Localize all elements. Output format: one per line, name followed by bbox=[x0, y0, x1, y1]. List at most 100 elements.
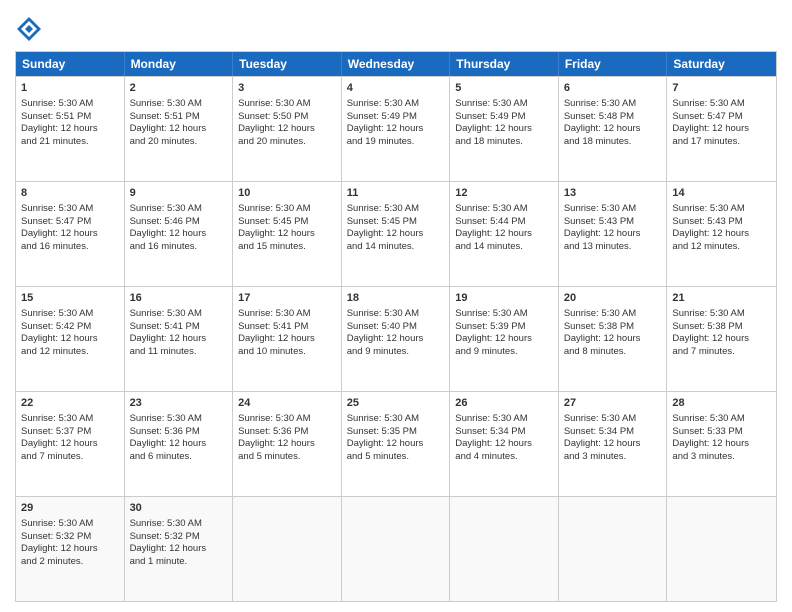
day-info-line: and 3 minutes. bbox=[564, 451, 626, 462]
cal-day-9: 9Sunrise: 5:30 AMSunset: 5:46 PMDaylight… bbox=[125, 182, 234, 286]
cal-day-17: 17Sunrise: 5:30 AMSunset: 5:41 PMDayligh… bbox=[233, 287, 342, 391]
header-cell-thursday: Thursday bbox=[450, 52, 559, 76]
day-number: 28 bbox=[672, 396, 771, 411]
day-info-line: Daylight: 12 hours bbox=[21, 333, 98, 344]
day-info-line: and 18 minutes. bbox=[455, 136, 523, 147]
day-info-line: Daylight: 12 hours bbox=[455, 333, 532, 344]
calendar-body: 1Sunrise: 5:30 AMSunset: 5:51 PMDaylight… bbox=[16, 76, 776, 601]
cal-day-1: 1Sunrise: 5:30 AMSunset: 5:51 PMDaylight… bbox=[16, 77, 125, 181]
cal-day-20: 20Sunrise: 5:30 AMSunset: 5:38 PMDayligh… bbox=[559, 287, 668, 391]
day-info-line: Daylight: 12 hours bbox=[238, 228, 315, 239]
day-number: 25 bbox=[347, 396, 445, 411]
day-info-line: Daylight: 12 hours bbox=[347, 123, 424, 134]
cal-day-29: 29Sunrise: 5:30 AMSunset: 5:32 PMDayligh… bbox=[16, 497, 125, 601]
cal-day-5: 5Sunrise: 5:30 AMSunset: 5:49 PMDaylight… bbox=[450, 77, 559, 181]
header-cell-friday: Friday bbox=[559, 52, 668, 76]
cal-day-12: 12Sunrise: 5:30 AMSunset: 5:44 PMDayligh… bbox=[450, 182, 559, 286]
day-number: 13 bbox=[564, 186, 662, 201]
cal-day-25: 25Sunrise: 5:30 AMSunset: 5:35 PMDayligh… bbox=[342, 392, 451, 496]
day-info-line: Daylight: 12 hours bbox=[130, 333, 207, 344]
day-info-line: Sunset: 5:39 PM bbox=[455, 321, 525, 332]
day-info-line: Daylight: 12 hours bbox=[130, 123, 207, 134]
day-info-line: Sunrise: 5:30 AM bbox=[564, 413, 636, 424]
day-info-line: Sunrise: 5:30 AM bbox=[130, 413, 202, 424]
day-info-line: and 16 minutes. bbox=[21, 241, 89, 252]
day-info-line: Daylight: 12 hours bbox=[564, 438, 641, 449]
day-info-line: Sunrise: 5:30 AM bbox=[672, 308, 744, 319]
cal-day-24: 24Sunrise: 5:30 AMSunset: 5:36 PMDayligh… bbox=[233, 392, 342, 496]
header-cell-monday: Monday bbox=[125, 52, 234, 76]
day-info-line: Sunset: 5:35 PM bbox=[347, 426, 417, 437]
cal-day-26: 26Sunrise: 5:30 AMSunset: 5:34 PMDayligh… bbox=[450, 392, 559, 496]
header-cell-tuesday: Tuesday bbox=[233, 52, 342, 76]
day-info-line: and 7 minutes. bbox=[672, 346, 734, 357]
day-info-line: Sunrise: 5:30 AM bbox=[238, 203, 310, 214]
day-info-line: Daylight: 12 hours bbox=[238, 123, 315, 134]
day-info-line: Sunset: 5:49 PM bbox=[455, 111, 525, 122]
day-info-line: Sunrise: 5:30 AM bbox=[564, 308, 636, 319]
day-info-line: and 21 minutes. bbox=[21, 136, 89, 147]
page: SundayMondayTuesdayWednesdayThursdayFrid… bbox=[0, 0, 792, 612]
day-info-line: Sunrise: 5:30 AM bbox=[238, 98, 310, 109]
day-info-line: and 5 minutes. bbox=[238, 451, 300, 462]
day-info-line: Daylight: 12 hours bbox=[238, 333, 315, 344]
day-info-line: Sunrise: 5:30 AM bbox=[564, 203, 636, 214]
day-info-line: and 17 minutes. bbox=[672, 136, 740, 147]
day-info-line: and 14 minutes. bbox=[455, 241, 523, 252]
day-number: 9 bbox=[130, 186, 228, 201]
day-info-line: Sunset: 5:34 PM bbox=[455, 426, 525, 437]
day-info-line: Sunset: 5:33 PM bbox=[672, 426, 742, 437]
day-info-line: and 3 minutes. bbox=[672, 451, 734, 462]
cal-empty-4-2 bbox=[233, 497, 342, 601]
day-number: 18 bbox=[347, 291, 445, 306]
day-number: 19 bbox=[455, 291, 553, 306]
day-number: 4 bbox=[347, 81, 445, 96]
day-number: 24 bbox=[238, 396, 336, 411]
day-info-line: Daylight: 12 hours bbox=[130, 228, 207, 239]
cal-week-1: 1Sunrise: 5:30 AMSunset: 5:51 PMDaylight… bbox=[16, 76, 776, 181]
day-number: 30 bbox=[130, 501, 228, 516]
day-info-line: Sunset: 5:34 PM bbox=[564, 426, 634, 437]
cal-day-10: 10Sunrise: 5:30 AMSunset: 5:45 PMDayligh… bbox=[233, 182, 342, 286]
day-info-line: Daylight: 12 hours bbox=[238, 438, 315, 449]
day-info-line: Sunset: 5:45 PM bbox=[347, 216, 417, 227]
day-info-line: Sunset: 5:36 PM bbox=[130, 426, 200, 437]
day-info-line: Daylight: 12 hours bbox=[564, 123, 641, 134]
day-info-line: Sunset: 5:43 PM bbox=[672, 216, 742, 227]
cal-week-5: 29Sunrise: 5:30 AMSunset: 5:32 PMDayligh… bbox=[16, 496, 776, 601]
day-info-line: Sunset: 5:38 PM bbox=[672, 321, 742, 332]
cal-day-11: 11Sunrise: 5:30 AMSunset: 5:45 PMDayligh… bbox=[342, 182, 451, 286]
day-info-line: Sunrise: 5:30 AM bbox=[455, 308, 527, 319]
day-number: 27 bbox=[564, 396, 662, 411]
day-number: 3 bbox=[238, 81, 336, 96]
cal-day-3: 3Sunrise: 5:30 AMSunset: 5:50 PMDaylight… bbox=[233, 77, 342, 181]
day-info-line: and 20 minutes. bbox=[130, 136, 198, 147]
logo-icon bbox=[15, 15, 43, 43]
day-info-line: and 12 minutes. bbox=[672, 241, 740, 252]
day-info-line: Daylight: 12 hours bbox=[130, 543, 207, 554]
day-number: 5 bbox=[455, 81, 553, 96]
cal-day-15: 15Sunrise: 5:30 AMSunset: 5:42 PMDayligh… bbox=[16, 287, 125, 391]
day-info-line: Sunset: 5:51 PM bbox=[21, 111, 91, 122]
day-number: 21 bbox=[672, 291, 771, 306]
day-info-line: and 1 minute. bbox=[130, 556, 188, 567]
cal-day-2: 2Sunrise: 5:30 AMSunset: 5:51 PMDaylight… bbox=[125, 77, 234, 181]
cal-day-28: 28Sunrise: 5:30 AMSunset: 5:33 PMDayligh… bbox=[667, 392, 776, 496]
cal-empty-4-4 bbox=[450, 497, 559, 601]
day-number: 10 bbox=[238, 186, 336, 201]
day-info-line: Daylight: 12 hours bbox=[21, 123, 98, 134]
day-info-line: and 2 minutes. bbox=[21, 556, 83, 567]
cal-week-2: 8Sunrise: 5:30 AMSunset: 5:47 PMDaylight… bbox=[16, 181, 776, 286]
cal-day-23: 23Sunrise: 5:30 AMSunset: 5:36 PMDayligh… bbox=[125, 392, 234, 496]
day-info-line: Sunrise: 5:30 AM bbox=[238, 308, 310, 319]
cal-day-13: 13Sunrise: 5:30 AMSunset: 5:43 PMDayligh… bbox=[559, 182, 668, 286]
cal-week-4: 22Sunrise: 5:30 AMSunset: 5:37 PMDayligh… bbox=[16, 391, 776, 496]
day-info-line: and 4 minutes. bbox=[455, 451, 517, 462]
day-info-line: and 5 minutes. bbox=[347, 451, 409, 462]
header bbox=[15, 15, 777, 43]
day-number: 2 bbox=[130, 81, 228, 96]
day-info-line: Sunset: 5:42 PM bbox=[21, 321, 91, 332]
day-info-line: Sunset: 5:47 PM bbox=[672, 111, 742, 122]
day-number: 8 bbox=[21, 186, 119, 201]
day-info-line: Daylight: 12 hours bbox=[347, 333, 424, 344]
